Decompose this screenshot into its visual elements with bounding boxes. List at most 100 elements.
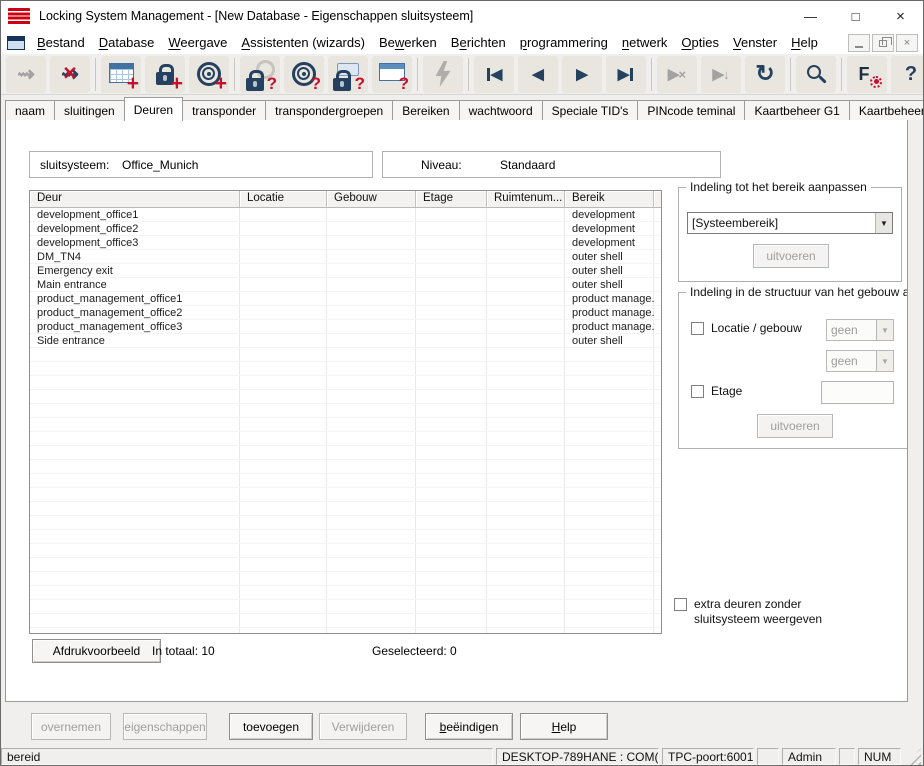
table-row-empty bbox=[30, 572, 661, 586]
filter-settings-button[interactable]: F bbox=[847, 56, 887, 93]
column-header-etage[interactable]: Etage bbox=[416, 191, 487, 208]
new-locking-system-button[interactable]: + bbox=[101, 56, 141, 93]
extra-deuren-checkbox[interactable] bbox=[674, 598, 687, 611]
tab-transponder[interactable]: transponder bbox=[183, 100, 266, 120]
cell-etage bbox=[416, 432, 487, 445]
new-lock-button[interactable]: + bbox=[145, 56, 185, 93]
help-button[interactable]: Help bbox=[520, 713, 608, 740]
status-spacer-2 bbox=[839, 748, 855, 765]
maximize-button[interactable]: □ bbox=[833, 1, 878, 31]
menu-database[interactable]: Database bbox=[92, 33, 162, 52]
program-button[interactable] bbox=[423, 56, 463, 93]
menu-bewerken[interactable]: Bewerken bbox=[372, 33, 444, 52]
search-button[interactable] bbox=[796, 56, 836, 93]
toevoegen-button[interactable]: toevoegen bbox=[229, 713, 313, 740]
etage-input[interactable] bbox=[821, 381, 894, 404]
table-row[interactable]: product_management_office1product manage… bbox=[30, 292, 661, 306]
mdi-restore-button[interactable] bbox=[872, 34, 894, 52]
tab-speciale-tid-s[interactable]: Speciale TID's bbox=[543, 100, 639, 120]
menu-assistenten-wizards[interactable]: Assistenten (wizards) bbox=[234, 33, 372, 52]
tab-pincode-teminal[interactable]: PINcode teminal bbox=[638, 100, 745, 120]
disconnect-button[interactable]: ⇝× bbox=[50, 56, 90, 93]
menu-berichten[interactable]: Berichten bbox=[444, 33, 513, 52]
cell-gebouw bbox=[327, 334, 416, 347]
record-remove-button[interactable]: ▶× bbox=[657, 56, 697, 93]
uitvoeren-structure-button[interactable]: uitvoeren bbox=[757, 414, 833, 438]
mdi-minimize-button[interactable] bbox=[848, 34, 870, 52]
afdrukvoorbeeld-button[interactable]: Afdrukvoorbeeld bbox=[32, 639, 161, 663]
tab-bereiken[interactable]: Bereiken bbox=[393, 100, 459, 120]
connect-button[interactable]: ⇝ bbox=[6, 56, 46, 93]
tab-transpondergroepen[interactable]: transpondergroepen bbox=[266, 100, 393, 120]
mdi-close-button[interactable]: × bbox=[896, 34, 918, 52]
menu-weergave[interactable]: Weergave bbox=[161, 33, 234, 52]
read-lock-g2-button[interactable]: ? bbox=[328, 56, 368, 93]
status-spacer-1 bbox=[757, 748, 779, 765]
menu-opties[interactable]: Opties bbox=[674, 33, 726, 52]
close-button[interactable]: × bbox=[878, 1, 923, 31]
tab-wachtwoord[interactable]: wachtwoord bbox=[460, 100, 543, 120]
cell-etage bbox=[416, 572, 487, 585]
nav-previous-button[interactable]: ◀ bbox=[518, 56, 558, 93]
etage-checkbox[interactable] bbox=[691, 385, 704, 398]
table-row[interactable]: development_office1development bbox=[30, 208, 661, 222]
read-lock-button[interactable]: ? bbox=[240, 56, 280, 93]
table-row-empty bbox=[30, 362, 661, 376]
read-transponder-button[interactable]: ? bbox=[284, 56, 324, 93]
cell-gebouw bbox=[327, 278, 416, 291]
cell-locatie bbox=[240, 404, 327, 417]
record-jump-button[interactable]: ▶↓ bbox=[701, 56, 741, 93]
cell-gebouw bbox=[327, 446, 416, 459]
locatie-gebouw-checkbox[interactable] bbox=[691, 322, 704, 335]
gebouw-combobox[interactable]: geen ▼ bbox=[826, 350, 894, 372]
eigenschappen-button[interactable]: eigenschappen bbox=[123, 713, 207, 740]
column-header-deur[interactable]: Deur bbox=[30, 191, 240, 208]
help-button[interactable]: ? bbox=[891, 56, 924, 93]
total-count-label: In totaal: 10 bbox=[152, 644, 215, 658]
table-row-empty bbox=[30, 586, 661, 600]
table-row[interactable]: development_office3development bbox=[30, 236, 661, 250]
cell-bereik bbox=[565, 348, 654, 361]
verwijderen-button[interactable]: Verwijderen bbox=[319, 713, 407, 740]
nav-next-button[interactable]: ▶ bbox=[562, 56, 602, 93]
table-row[interactable]: development_office2development bbox=[30, 222, 661, 236]
column-header-locatie[interactable]: Locatie bbox=[240, 191, 327, 208]
read-network-icon-part: ? bbox=[399, 75, 409, 92]
chevron-down-icon[interactable]: ▼ bbox=[875, 213, 892, 233]
be-indigen-button[interactable]: beëindigen bbox=[425, 713, 513, 740]
menu-bestand[interactable]: Bestand bbox=[30, 33, 92, 52]
tab-sluitingen[interactable]: sluitingen bbox=[55, 100, 125, 120]
nav-first-button[interactable]: ◀ bbox=[474, 56, 514, 93]
menu-programmering[interactable]: programmering bbox=[513, 33, 615, 52]
table-row[interactable]: Main entranceouter shell bbox=[30, 278, 661, 292]
systeembereik-combo-value: [Systeembereik] bbox=[688, 213, 875, 233]
tab-kaartbeheer-g1[interactable]: Kaartbeheer G1 bbox=[745, 100, 849, 120]
column-header-gebouw[interactable]: Gebouw bbox=[327, 191, 416, 208]
systeembereik-combobox[interactable]: [Systeembereik] ▼ bbox=[687, 212, 893, 234]
minimize-button[interactable]: — bbox=[788, 1, 833, 31]
overnemen-button[interactable]: overnemen bbox=[31, 713, 111, 740]
read-network-button[interactable]: ? bbox=[372, 56, 412, 93]
locatie-combobox[interactable]: geen ▼ bbox=[826, 319, 894, 341]
tab-naam[interactable]: naam bbox=[5, 100, 55, 120]
refresh-button[interactable]: ↻ bbox=[745, 56, 785, 93]
menu-venster[interactable]: Venster bbox=[726, 33, 784, 52]
menu-help[interactable]: Help bbox=[784, 33, 825, 52]
column-header-ruimtenum[interactable]: Ruimtenum... bbox=[487, 191, 565, 208]
nav-last-button[interactable]: ▶ bbox=[606, 56, 646, 93]
footer-buttonbar: overnemen eigenschappen toevoegenVerwijder… bbox=[1, 702, 923, 746]
table-row[interactable]: product_management_office2product manage… bbox=[30, 306, 661, 320]
table-row[interactable]: product_management_office3product manage… bbox=[30, 320, 661, 334]
table-row[interactable]: DM_TN4outer shell bbox=[30, 250, 661, 264]
uitvoeren-bereik-button[interactable]: uitvoeren bbox=[753, 244, 829, 268]
cell-ruimtenummer bbox=[487, 222, 565, 235]
tab-kaartbeheer-g2[interactable]: Kaartbeheer G2 bbox=[850, 100, 924, 120]
column-header-bereik[interactable]: Bereik bbox=[565, 191, 654, 208]
tab-deuren[interactable]: Deuren bbox=[124, 97, 183, 121]
table-row[interactable]: Emergency exitouter shell bbox=[30, 264, 661, 278]
menu-netwerk[interactable]: netwerk bbox=[615, 33, 675, 52]
cell-etage bbox=[416, 250, 487, 263]
table-row[interactable]: Side entranceouter shell bbox=[30, 334, 661, 348]
resize-grip[interactable] bbox=[906, 748, 921, 765]
new-transponder-button[interactable]: + bbox=[189, 56, 229, 93]
